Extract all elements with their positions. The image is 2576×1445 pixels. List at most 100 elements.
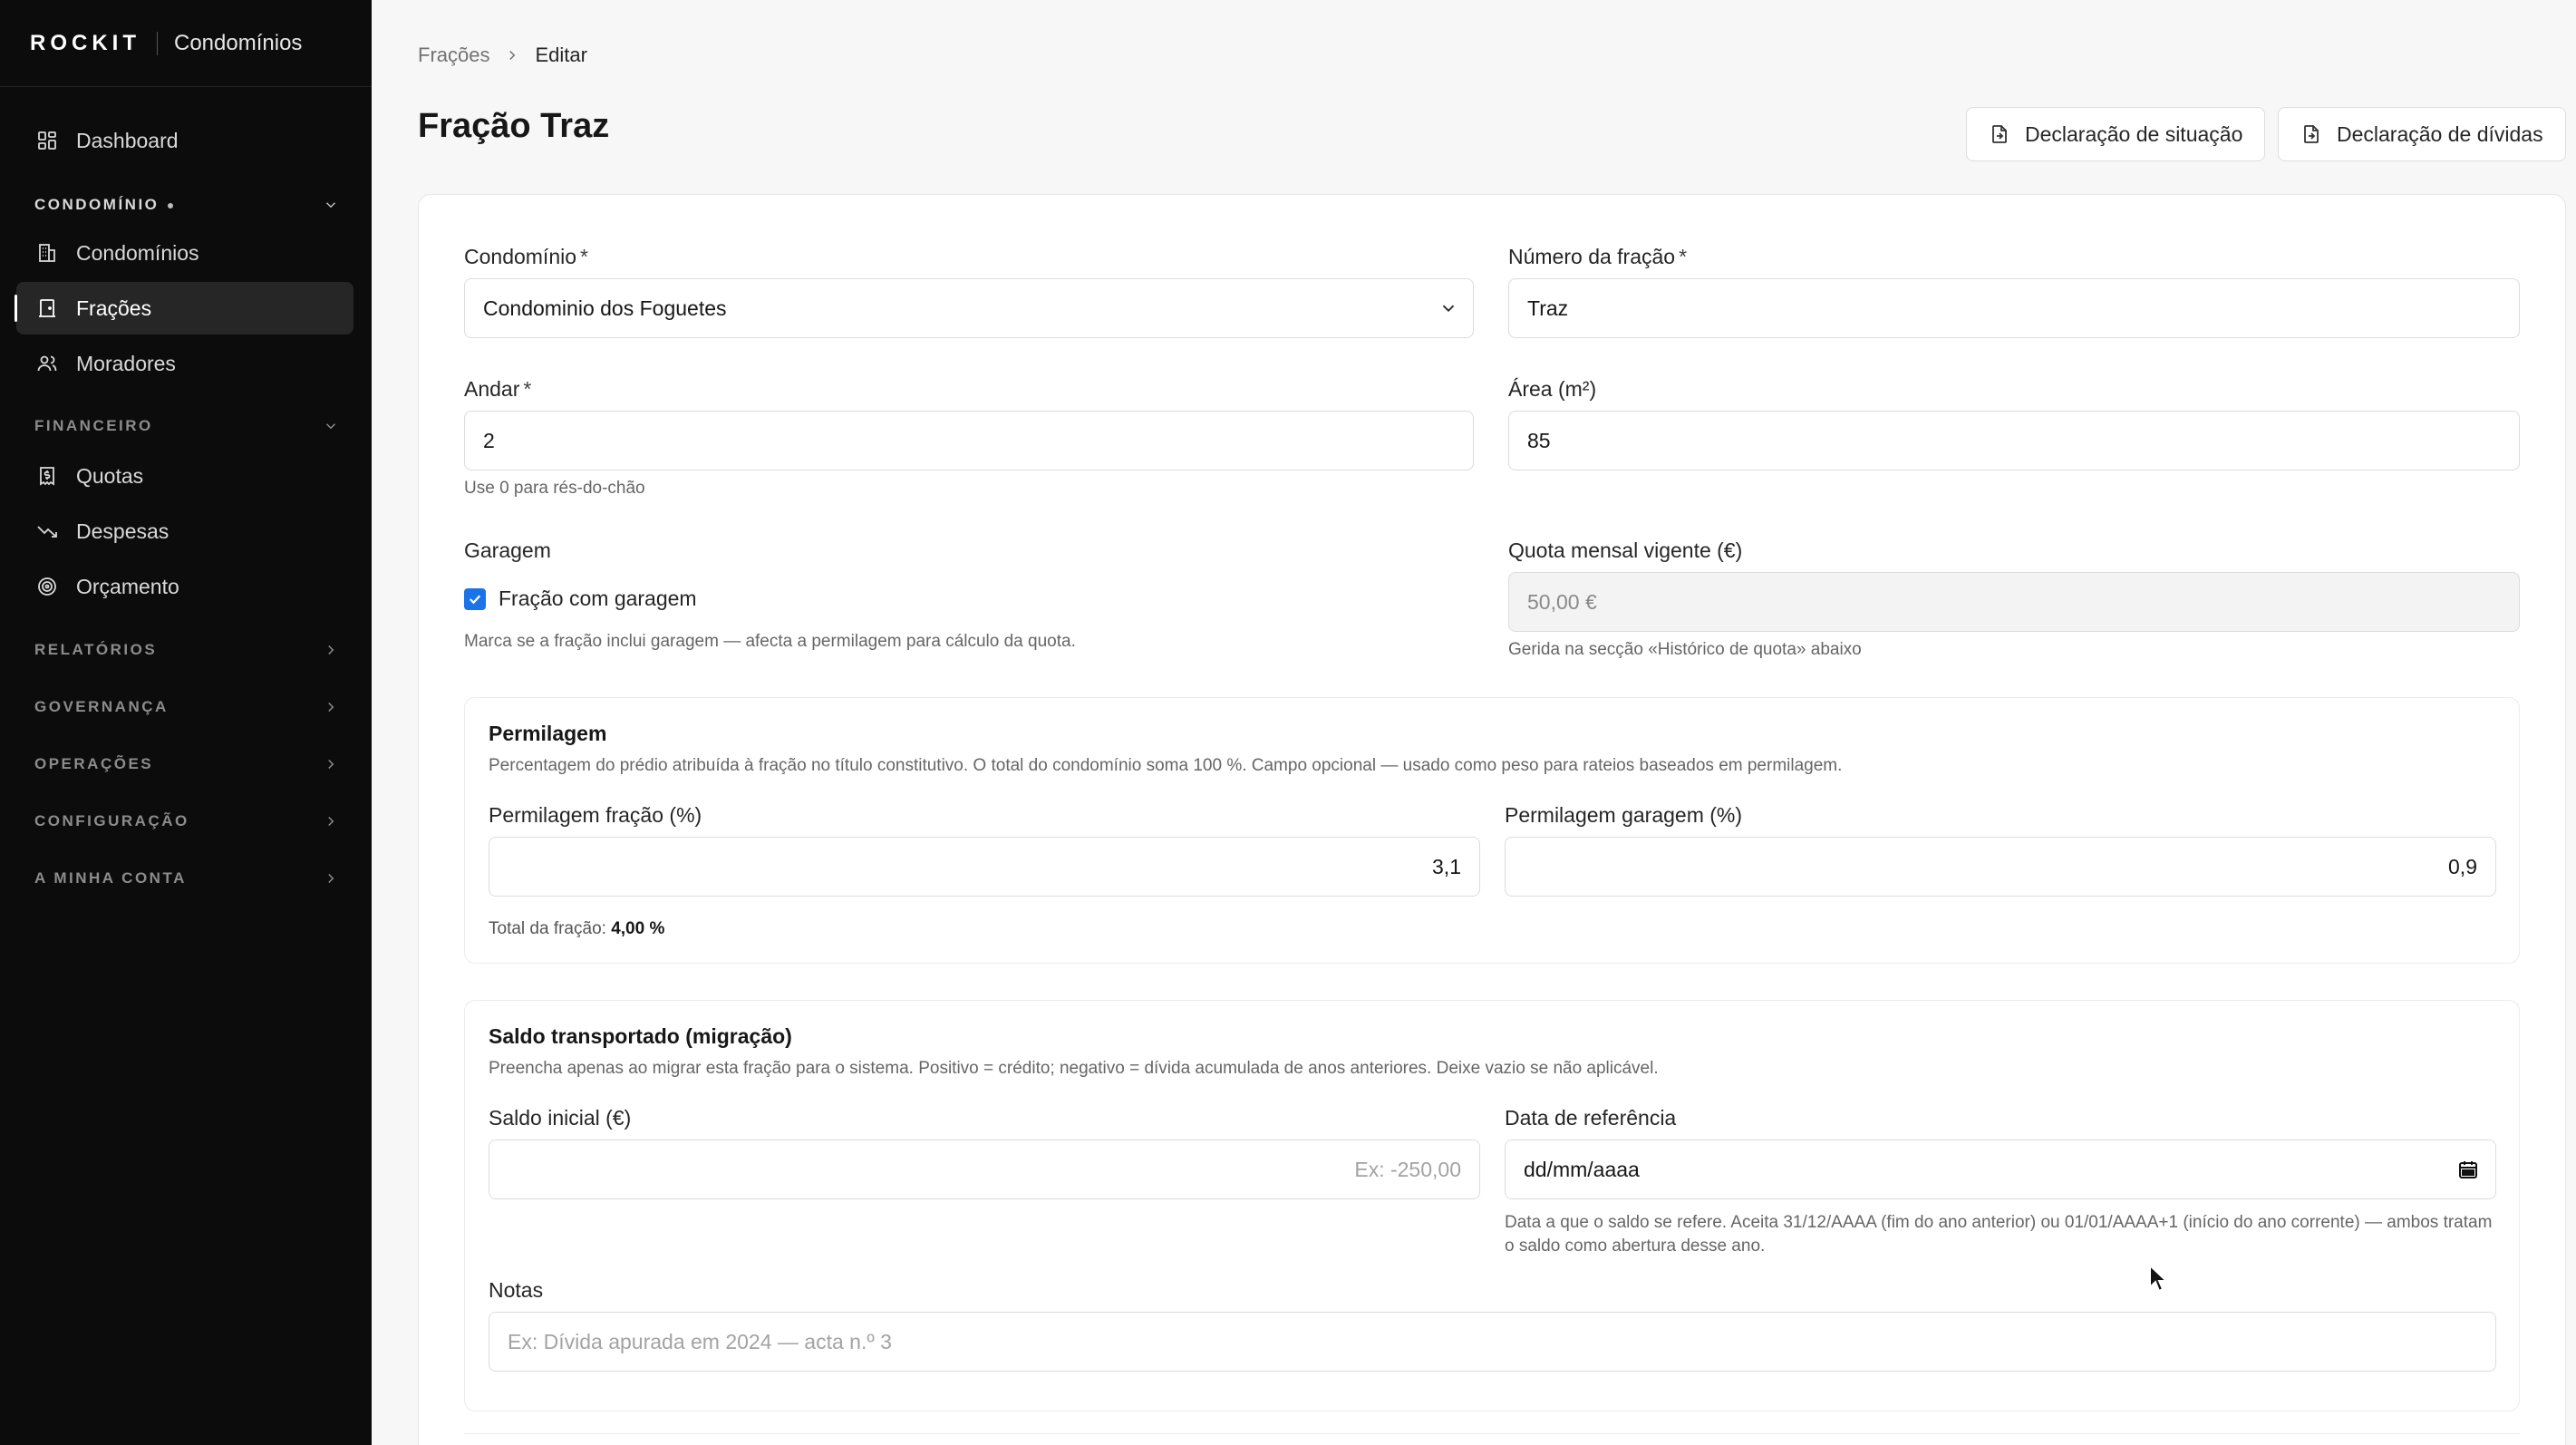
- chevron-right-icon: [328, 702, 334, 713]
- sidebar-item-label: Frações: [76, 296, 152, 320]
- data-referencia-placeholder: dd/mm/aaaa: [1524, 1157, 1640, 1181]
- active-dot: [168, 202, 174, 209]
- section-configuracao[interactable]: CONFIGURAÇÃO: [34, 808, 339, 835]
- quota-label: Quota mensal vigente (€): [1508, 538, 1743, 562]
- notas-label: Notas: [489, 1278, 544, 1302]
- saldo-panel: Saldo transportado (migração) Preencha a…: [464, 1000, 2520, 1411]
- breadcrumb: Frações Editar: [418, 44, 587, 67]
- sidebar-item-fracoes[interactable]: Frações: [15, 282, 353, 335]
- numero-value: Traz: [1527, 296, 1569, 320]
- chevron-right-icon: [328, 816, 334, 827]
- section-financeiro[interactable]: FINANCEIRO: [34, 412, 339, 440]
- permilagem-fracao-input[interactable]: 3,1: [489, 837, 1480, 897]
- section-label: OPERAÇÕES: [34, 755, 154, 772]
- declaracao-situacao-button[interactable]: Declaração de situação: [1966, 107, 2266, 161]
- section-label: CONDOMÍNIO: [34, 196, 160, 213]
- permilagem-fracao-label: Permilagem fração (%): [489, 803, 702, 827]
- section-label: FINANCEIRO: [34, 417, 153, 434]
- total-value: 4,00 %: [611, 919, 665, 938]
- file-export-icon: [2304, 125, 2319, 143]
- dashboard-icon: [38, 131, 56, 150]
- data-referencia-input[interactable]: dd/mm/aaaa: [1505, 1140, 2496, 1199]
- section-label: GOVERNANÇA: [34, 698, 169, 715]
- button-label: Declaração de situação: [2025, 121, 2243, 146]
- permilagem-title: Permilagem: [489, 722, 607, 745]
- label-text: Condomínio: [464, 245, 577, 268]
- label-text: Número da fração: [1508, 245, 1676, 268]
- permilagem-desc: Percentagem do prédio atribuída à fração…: [489, 756, 1843, 775]
- chevron-right-icon: [509, 50, 516, 61]
- check-icon: [469, 594, 481, 604]
- brand-logo[interactable]: ROCKIT: [30, 31, 140, 56]
- file-export-icon: [1992, 125, 2007, 143]
- garagem-checkbox[interactable]: [464, 587, 486, 610]
- section-relatorios[interactable]: RELATÓRIOS: [34, 636, 339, 664]
- notas-input[interactable]: Ex: Dívida apurada em 2024 — acta n.º 3: [489, 1312, 2496, 1372]
- sidebar-item-orcamento[interactable]: Orçamento: [16, 560, 353, 613]
- label-text: Andar: [464, 377, 520, 401]
- permilagem-garagem-input[interactable]: 0,9: [1505, 837, 2496, 897]
- receipt-icon: [40, 467, 54, 486]
- calendar-icon[interactable]: [2457, 1159, 2479, 1180]
- page-title: Fração Traz: [418, 107, 610, 145]
- numero-input[interactable]: Traz: [1508, 278, 2520, 338]
- andar-label: Andar *: [464, 377, 531, 402]
- required-mark: *: [1679, 245, 1688, 268]
- sidebar-item-moradores[interactable]: Moradores: [16, 337, 353, 390]
- sidebar-item-label: Quotas: [76, 463, 144, 488]
- section-label: CONFIGURAÇÃO: [34, 812, 189, 829]
- permilagem-garagem-label: Permilagem garagem (%): [1505, 803, 1743, 827]
- notas-placeholder: Ex: Dívida apurada em 2024 — acta n.º 3: [508, 1329, 892, 1353]
- condominio-select[interactable]: Condominio dos Foguetes: [464, 278, 1474, 338]
- sidebar-item-condominios[interactable]: Condomínios: [16, 227, 353, 279]
- garagem-hint: Marca se a fração inclui garagem — afect…: [464, 632, 1076, 651]
- section-condominio[interactable]: CONDOMÍNIO: [34, 191, 339, 218]
- main-content: Frações Editar Fração Traz Declaração de…: [372, 0, 2576, 1445]
- target-icon: [38, 577, 56, 596]
- permilagem-garagem-value: 0,9: [2448, 854, 2477, 878]
- sidebar-item-dashboard[interactable]: Dashboard: [16, 114, 353, 167]
- saldo-desc: Preencha apenas ao migrar esta fração pa…: [489, 1059, 1659, 1078]
- saldo-inicial-placeholder: Ex: -250,00: [1354, 1157, 1461, 1181]
- andar-input[interactable]: 2: [464, 411, 1474, 470]
- permilagem-total: Total da fração: 4,00 %: [489, 919, 664, 939]
- declaracao-dividas-button[interactable]: Declaração de dívidas: [2278, 107, 2566, 161]
- data-referencia-label: Data de referência: [1505, 1106, 1677, 1130]
- condominio-value: Condominio dos Foguetes: [483, 296, 727, 320]
- quota-hint: Gerida na secção «Histórico de quota» ab…: [1508, 640, 1862, 659]
- condominio-label: Condomínio *: [464, 245, 588, 269]
- breadcrumb-parent[interactable]: Frações: [418, 44, 489, 67]
- breadcrumb-current: Editar: [535, 44, 587, 66]
- required-mark: *: [580, 245, 588, 268]
- area-input[interactable]: 85: [1508, 411, 2520, 470]
- sidebar-item-label: Despesas: [76, 519, 169, 543]
- sidebar-item-despesas[interactable]: Despesas: [16, 505, 353, 558]
- permilagem-panel: Permilagem Percentagem do prédio atribuí…: [464, 697, 2520, 964]
- chevron-down-icon: [325, 202, 336, 209]
- section-governanca[interactable]: GOVERNANÇA: [34, 693, 339, 721]
- permilagem-fracao-value: 3,1: [1432, 854, 1461, 878]
- section-conta[interactable]: A MINHA CONTA: [34, 865, 339, 892]
- sidebar: ROCKIT Condomínios Dashboard CONDOMÍNIO …: [0, 0, 372, 1445]
- total-label: Total da fração:: [489, 919, 606, 938]
- numero-label: Número da fração *: [1508, 245, 1687, 269]
- area-label: Área (m²): [1508, 377, 1597, 401]
- section-operacoes[interactable]: OPERAÇÕES: [34, 751, 339, 778]
- required-mark: *: [523, 377, 532, 401]
- sidebar-item-quotas[interactable]: Quotas: [16, 450, 353, 502]
- garagem-checkbox-row[interactable]: Fração com garagem: [464, 587, 697, 611]
- building-icon: [39, 244, 55, 262]
- garagem-checkbox-label[interactable]: Fração com garagem: [499, 587, 697, 611]
- garagem-label: Garagem: [464, 538, 551, 562]
- saldo-title: Saldo transportado (migração): [489, 1024, 792, 1048]
- sidebar-item-label: Moradores: [76, 351, 176, 375]
- quota-input: 50,00 €: [1508, 572, 2520, 632]
- chevron-right-icon: [328, 645, 334, 655]
- door-icon: [39, 299, 55, 317]
- chevron-right-icon: [328, 759, 334, 770]
- andar-hint: Use 0 para rés-do-chão: [464, 479, 645, 498]
- section-divider: [464, 1433, 2520, 1434]
- andar-value: 2: [483, 428, 495, 452]
- app-name: Condomínios: [174, 30, 303, 55]
- saldo-inicial-input[interactable]: Ex: -250,00: [489, 1140, 1480, 1199]
